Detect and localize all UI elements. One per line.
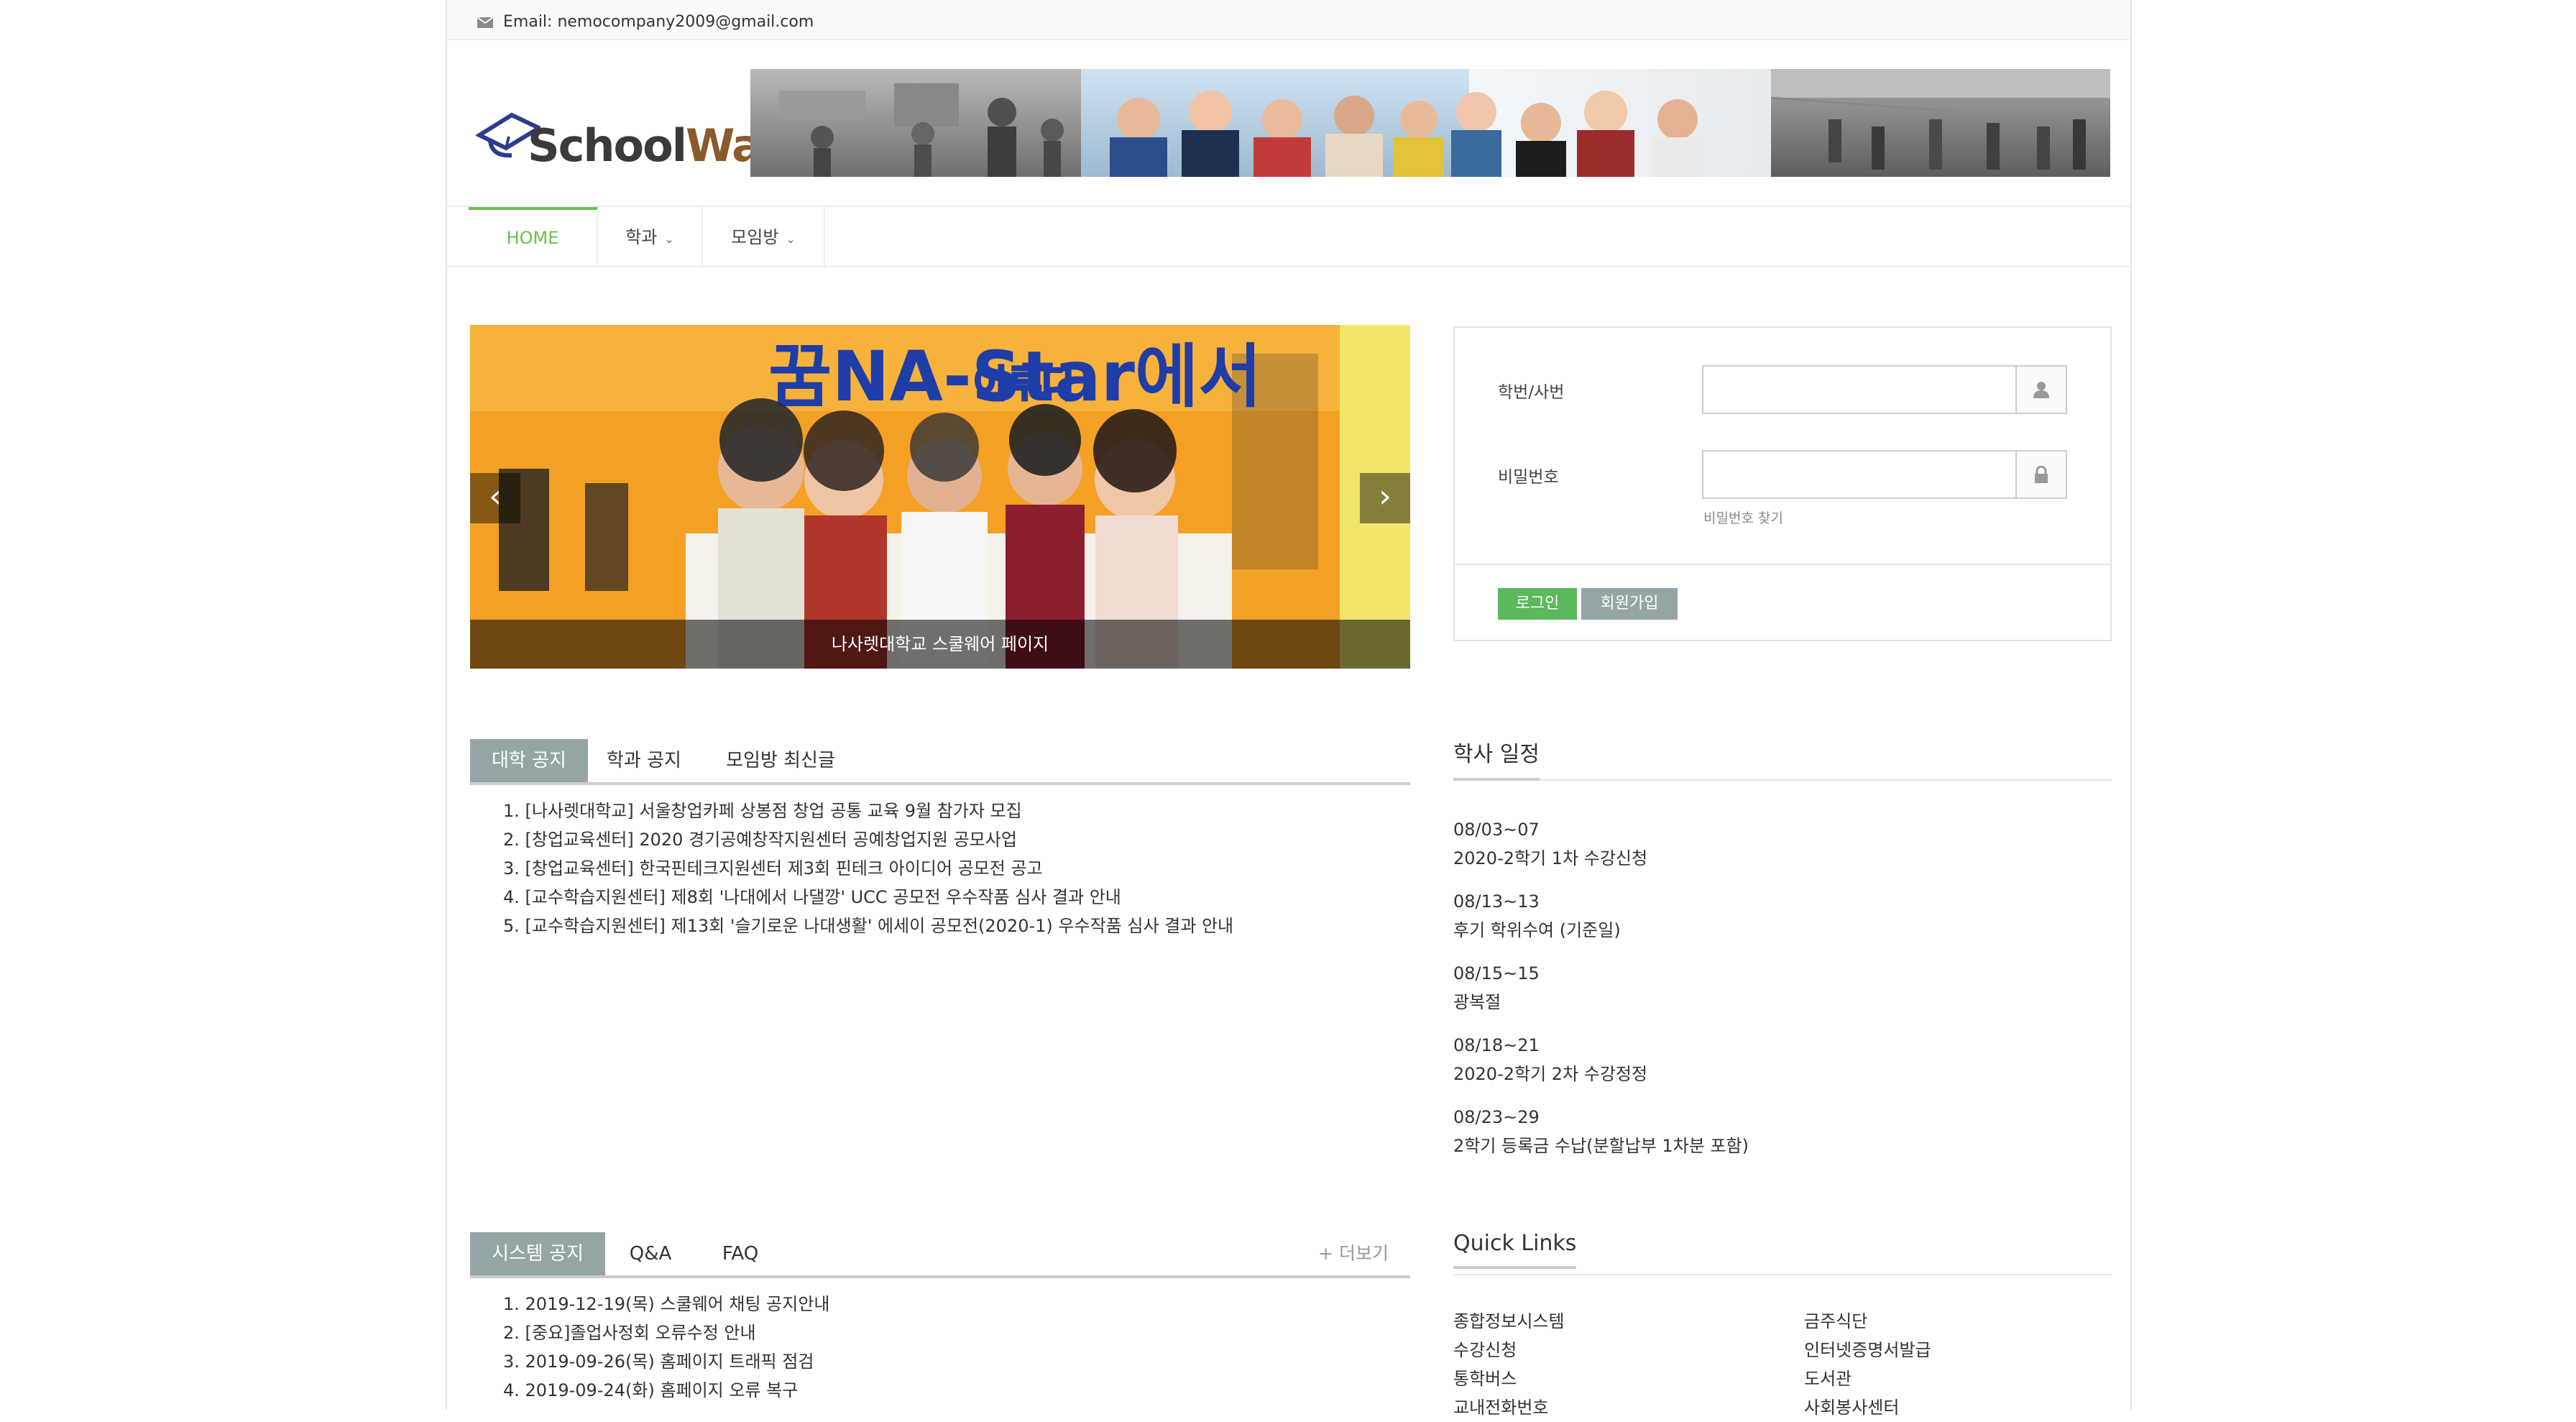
password-field[interactable] bbox=[1702, 450, 2067, 499]
lock-icon bbox=[2035, 466, 2048, 483]
schedule-list: 08/03~07 2020-2학기 1차 수강신청 08/13~13 후기 학위… bbox=[1453, 815, 1749, 1175]
user-icon-addon bbox=[2015, 367, 2066, 413]
banner-image bbox=[750, 69, 2110, 177]
image-carousel: 꿈NA-Star에서 이루다 ‹ › 나사렛대학교 스쿨웨어 페이지 bbox=[470, 325, 1410, 669]
nav-community[interactable]: 모임방 ⌄ bbox=[703, 207, 825, 267]
user-icon bbox=[2033, 382, 2049, 398]
tab-qna[interactable]: Q&A bbox=[605, 1232, 696, 1275]
list-item[interactable]: 2. [중요]졸업사정회 오류수정 안내 bbox=[503, 1318, 830, 1347]
nav-home[interactable]: HOME bbox=[469, 207, 598, 267]
system-list: 1. 2019-12-19(목) 스쿨웨어 채팅 공지안내 2. [중요]졸업사… bbox=[503, 1290, 830, 1405]
list-item[interactable]: 1. 2019-12-19(목) 스쿨웨어 채팅 공지안내 bbox=[503, 1290, 830, 1318]
schedule-date: 08/13~13 bbox=[1453, 891, 1540, 912]
find-password-link[interactable]: 비밀번호 찾기 bbox=[1703, 508, 1783, 527]
signup-button[interactable]: 회원가입 bbox=[1581, 588, 1678, 620]
list-item[interactable]: 3. [창업교육센터] 한국핀테크지원센터 제3회 핀테크 아이디어 공모전 공… bbox=[503, 854, 1233, 883]
more-link[interactable]: + 더보기 bbox=[1318, 1239, 1389, 1265]
tab-university-notice[interactable]: 대학 공지 bbox=[470, 739, 588, 782]
list-item[interactable]: 4. 2019-09-24(화) 홈페이지 오류 복구 bbox=[503, 1376, 830, 1405]
quicklink[interactable]: 통학버스 bbox=[1453, 1364, 1565, 1393]
schedule-header: 학사 일정 bbox=[1453, 736, 2112, 781]
login-divider bbox=[1455, 564, 2110, 565]
schedule-date: 08/18~21 bbox=[1453, 1035, 1540, 1055]
schedule-text: 광복절 bbox=[1453, 992, 1501, 1012]
quicklink[interactable]: 사회봉사센터 bbox=[1804, 1393, 1931, 1422]
schedule-text: 2020-2학기 2차 수강정정 bbox=[1453, 1064, 1648, 1084]
carousel-prev-button[interactable]: ‹ bbox=[470, 473, 520, 523]
notice-tabs: 대학 공지 학과 공지 모임방 최신글 bbox=[470, 739, 1410, 785]
envelope-icon bbox=[477, 17, 493, 28]
header-banner bbox=[750, 69, 2110, 177]
schedule-item: 08/18~21 2020-2학기 2차 수강정정 bbox=[1453, 1031, 1749, 1103]
schedule-text: 후기 학위수여 (기준일) bbox=[1453, 920, 1621, 940]
student-id-input[interactable] bbox=[1703, 367, 2017, 413]
list-item[interactable]: 3. 2019-09-26(목) 홈페이지 트래픽 점검 bbox=[503, 1347, 830, 1376]
schedule-text: 2학기 등록금 수납(분할납부 1차분 포함) bbox=[1453, 1136, 1749, 1156]
slide-subline: 이루다 bbox=[973, 363, 1077, 406]
quicklink[interactable]: 도서관 bbox=[1804, 1364, 1931, 1393]
quicklinks-col-1: 종합정보시스템 수강신청 통학버스 교내전화번호 bbox=[1453, 1307, 1565, 1422]
schedule-date: 08/15~15 bbox=[1453, 963, 1540, 983]
notice-list: 1. [나사렛대학교] 서울창업카페 상봉점 창업 공통 교육 9월 참가자 모… bbox=[503, 797, 1233, 940]
quicklink[interactable]: 종합정보시스템 bbox=[1453, 1307, 1565, 1336]
list-item[interactable]: 1. [나사렛대학교] 서울창업카페 상봉점 창업 공통 교육 9월 참가자 모… bbox=[503, 797, 1233, 825]
page-container: Email: nemocompany2009@gmail.com SchoolW… bbox=[446, 0, 2132, 1418]
nav-department-label: 학과 bbox=[625, 227, 658, 247]
chevron-down-icon: ⌄ bbox=[786, 232, 796, 246]
schedule-date: 08/23~29 bbox=[1453, 1107, 1540, 1127]
carousel-caption: 나사렛대학교 스쿨웨어 페이지 bbox=[470, 620, 1410, 669]
main-nav: HOME 학과 ⌄ 모임방 ⌄ bbox=[447, 206, 2130, 267]
quicklinks-header: Quick Links bbox=[1453, 1231, 2112, 1275]
carousel-slide-image: 꿈NA-Star에서 이루다 bbox=[470, 325, 1410, 669]
schedule-date: 08/03~07 bbox=[1453, 820, 1540, 840]
list-item[interactable]: 2. [창업교육센터] 2020 경기공예창작지원센터 공예창업지원 공모사업 bbox=[503, 825, 1233, 854]
password-input[interactable] bbox=[1703, 451, 2017, 497]
list-item[interactable]: 5. [교수학습지원센터] 제13회 '슬기로운 나대생활' 에세이 공모전(2… bbox=[503, 912, 1233, 940]
schedule-item: 08/15~15 광복절 bbox=[1453, 959, 1749, 1031]
quicklink[interactable]: 금주식단 bbox=[1804, 1307, 1931, 1336]
password-label: 비밀번호 bbox=[1498, 468, 1559, 487]
carousel-next-button[interactable]: › bbox=[1360, 473, 1410, 523]
nav-department[interactable]: 학과 ⌄ bbox=[598, 207, 703, 267]
schedule-item: 08/23~29 2학기 등록금 수납(분할납부 1차분 포함) bbox=[1453, 1103, 1749, 1175]
login-button[interactable]: 로그인 bbox=[1498, 588, 1577, 620]
tab-community-latest[interactable]: 모임방 최신글 bbox=[700, 739, 861, 782]
student-id-label: 학번/사번 bbox=[1498, 383, 1565, 402]
chevron-left-icon: ‹ bbox=[489, 478, 502, 515]
tab-faq[interactable]: FAQ bbox=[696, 1232, 785, 1275]
quicklinks-title: Quick Links bbox=[1453, 1231, 1577, 1269]
contact-email: Email: nemocompany2009@gmail.com bbox=[503, 13, 814, 31]
schedule-text: 2020-2학기 1차 수강신청 bbox=[1453, 848, 1648, 868]
tab-department-notice[interactable]: 학과 공지 bbox=[588, 739, 700, 782]
chevron-down-icon: ⌄ bbox=[664, 232, 674, 246]
quicklink[interactable]: 수강신청 bbox=[1453, 1336, 1565, 1364]
top-bar: Email: nemocompany2009@gmail.com bbox=[447, 0, 2130, 40]
nav-community-label: 모임방 bbox=[731, 227, 779, 247]
tab-system-notice[interactable]: 시스템 공지 bbox=[470, 1232, 605, 1275]
student-id-field[interactable] bbox=[1702, 365, 2067, 414]
login-panel: 학번/사번 비밀번호 비밀번호 찾기 로그인 회원가입 bbox=[1453, 326, 2112, 641]
site-logo[interactable]: SchoolWare bbox=[476, 99, 811, 178]
quicklinks-col-2: 금주식단 인터넷증명서발급 도서관 사회봉사센터 bbox=[1804, 1307, 1931, 1422]
schedule-item: 08/03~07 2020-2학기 1차 수강신청 bbox=[1453, 815, 1749, 887]
logo-school: School bbox=[528, 119, 687, 172]
schedule-title: 학사 일정 bbox=[1453, 736, 1540, 781]
quicklink[interactable]: 인터넷증명서발급 bbox=[1804, 1336, 1931, 1364]
lock-icon-addon bbox=[2015, 451, 2066, 497]
schedule-item: 08/13~13 후기 학위수여 (기준일) bbox=[1453, 887, 1749, 959]
system-tabs: 시스템 공지 Q&A FAQ + 더보기 bbox=[470, 1232, 1410, 1278]
list-item[interactable]: 4. [교수학습지원센터] 제8회 '나대에서 나댈깡' UCC 공모전 우수작… bbox=[503, 883, 1233, 912]
quicklink[interactable]: 교내전화번호 bbox=[1453, 1393, 1565, 1422]
chevron-right-icon: › bbox=[1379, 478, 1392, 515]
